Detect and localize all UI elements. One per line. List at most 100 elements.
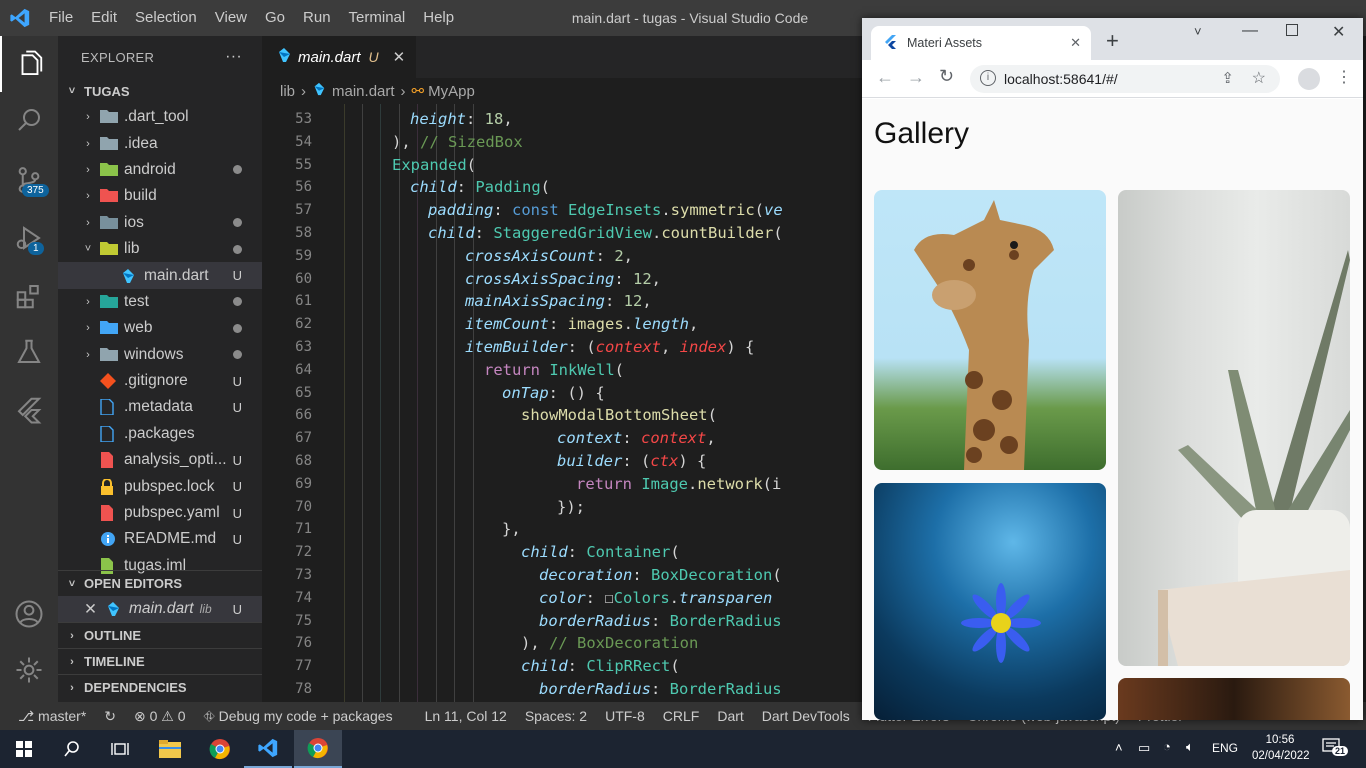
language-mode[interactable]: Dart [708,708,752,724]
code-token: : [604,292,624,311]
code-editor[interactable]: 53 height: 18, 54), // SizedBox 55 Expanded(… [262,104,862,702]
menu-help[interactable]: Help [414,0,463,36]
task-view-icon[interactable] [96,730,144,768]
search-icon[interactable] [0,92,58,148]
close-window-button[interactable]: ✕ [1332,22,1345,42]
debug-config[interactable]: ⛗ Debug my code + packages [195,708,402,725]
maximize-button[interactable] [1286,24,1298,36]
notifications-icon[interactable]: 21 [1322,738,1349,758]
tree-item[interactable]: .gitignore U [58,368,262,394]
dart-devtools[interactable]: Dart DevTools [753,708,859,724]
tree-item[interactable]: › ios [58,210,262,236]
tree-item[interactable]: analysis_opti... U [58,447,262,473]
tree-item[interactable]: .packages [58,421,262,447]
outline-section[interactable]: › OUTLINE [58,622,262,648]
tree-item[interactable]: › .dart_tool [58,104,262,130]
vscode-taskbar-icon[interactable] [244,730,292,768]
code-token: padding [428,201,494,220]
tree-item[interactable]: .metadata U [58,394,262,420]
flutter-icon[interactable] [0,382,58,438]
settings-gear-icon[interactable] [0,642,58,698]
chrome-icon[interactable] [196,730,244,768]
tree-item[interactable]: › build [58,183,262,209]
battery-icon[interactable]: ▭ [1138,740,1150,756]
encoding[interactable]: UTF-8 [596,708,654,724]
address-bar[interactable]: i localhost:58641/#/ ⇪ ☆ [970,65,1280,93]
aloe-plant-image[interactable] [1118,190,1350,666]
giraffe-image[interactable] [874,190,1106,470]
close-icon[interactable]: ✕ [84,600,97,619]
git-branch[interactable]: ⎇ master* [0,708,95,725]
open-editors-section[interactable]: ˅ OPEN EDITORS [58,570,262,596]
code-text: itemCount: images.length, [465,313,698,336]
breadcrumb-lib[interactable]: lib [280,83,295,100]
tree-item[interactable]: › web [58,315,262,341]
browser-menu-icon[interactable]: ⋮ [1336,67,1352,87]
breadcrumb-file[interactable]: main.dart [332,83,395,100]
cursor-position[interactable]: Ln 11, Col 12 [416,708,516,724]
bookmark-star-icon[interactable]: ☆ [1252,68,1266,88]
indentation[interactable]: Spaces: 2 [516,708,596,724]
menu-go[interactable]: Go [256,0,294,36]
account-icon[interactable] [0,586,58,642]
code-line: 75 borderRadius: BorderRadius [262,610,862,633]
browser-tab[interactable]: Materi Assets ✕ [871,26,1091,60]
minimize-button[interactable]: — [1242,22,1258,40]
line-number: 69 [295,475,312,492]
more-actions-button[interactable]: ··· [225,48,242,66]
menu-file[interactable]: File [40,0,82,36]
testing-icon[interactable] [0,324,58,380]
profile-avatar[interactable] [1298,68,1320,90]
line-endings[interactable]: CRLF [654,708,709,724]
search-icon[interactable] [48,730,96,768]
windows-start-icon[interactable] [0,730,48,768]
tree-item[interactable]: pubspec.yaml U [58,500,262,526]
tray-chevron-icon[interactable]: ˄ [1115,740,1123,755]
tree-item[interactable]: ˅ lib [58,236,262,262]
back-button[interactable]: ← [876,67,894,88]
open-editor-main-dart[interactable]: ✕ main.dart lib U [58,596,262,623]
share-icon[interactable]: ⇪ [1221,69,1234,87]
clock[interactable]: 10:56 02/04/2022 [1252,732,1310,764]
explorer-icon[interactable] [0,36,58,92]
reload-button[interactable]: ↻ [939,66,954,87]
close-tab-icon[interactable]: ✕ [393,48,406,66]
tree-item[interactable]: main.dart U [58,262,262,289]
tree-item[interactable]: pubspec.lock U [58,473,262,499]
project-name: TUGAS [84,83,130,99]
file-explorer-icon[interactable] [146,730,194,768]
tree-item[interactable]: › windows [58,342,262,368]
extensions-icon[interactable] [0,268,58,324]
readme-file-icon [100,531,118,547]
partial-image[interactable] [1118,678,1350,720]
forward-button[interactable]: → [907,67,925,88]
source-control-icon[interactable]: 375 [0,152,58,208]
dependencies-section[interactable]: › DEPENDENCIES [58,674,262,700]
menu-terminal[interactable]: Terminal [340,0,415,36]
tree-item[interactable]: › test [58,289,262,315]
sync-icon[interactable]: ↻ [95,708,125,725]
tree-item[interactable]: › android [58,157,262,183]
blue-flower-image[interactable] [874,483,1106,720]
tree-item[interactable]: › .idea [58,130,262,156]
chrome-active-icon[interactable] [294,730,342,768]
wifi-icon[interactable]: ◔ [1163,739,1171,754]
problems-indicator[interactable]: ⊗ 0 ⚠ 0 [125,708,195,725]
menu-edit[interactable]: Edit [82,0,126,36]
close-tab-icon[interactable]: ✕ [1070,35,1081,51]
tab-main-dart[interactable]: main.dart U ✕ [262,36,416,78]
tree-item-label: README.md [124,530,217,548]
tree-item[interactable]: README.md U [58,526,262,552]
breadcrumb-symbol[interactable]: MyApp [428,83,475,100]
run-debug-icon[interactable]: 1 [0,210,58,266]
project-section[interactable]: ˅ TUGAS [58,78,262,104]
menu-run[interactable]: Run [294,0,340,36]
new-tab-button[interactable]: + [1106,28,1119,54]
tab-search-icon[interactable]: ˅ [1194,24,1202,39]
volume-icon[interactable]: 🔈︎ [1186,739,1194,755]
menu-selection[interactable]: Selection [126,0,206,36]
language-indicator[interactable]: ENG [1212,741,1238,755]
menu-view[interactable]: View [206,0,256,36]
site-info-icon[interactable]: i [980,70,996,86]
timeline-section[interactable]: › TIMELINE [58,648,262,674]
